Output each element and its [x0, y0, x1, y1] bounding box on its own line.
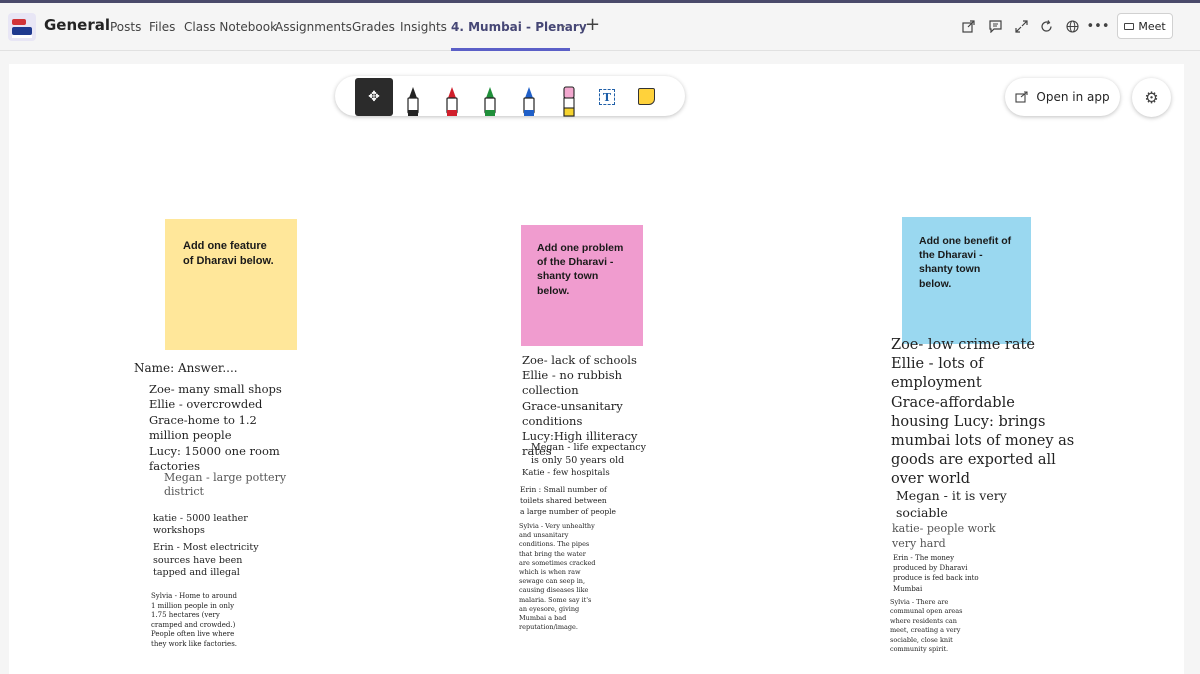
sticky-note-benefit[interactable]: Add one benefit of the Dharavi - shanty … [902, 217, 1031, 344]
answer-megan-feature: Megan - large pottery district [164, 471, 287, 498]
answer-zoe-ellie-grace-lucy-feature: Zoe- many small shops Ellie - overcrowde… [149, 382, 282, 474]
black-pen-icon[interactable] [405, 86, 421, 117]
answer-sylvia-feature: Sylvia - Home to around 1 million people… [151, 592, 238, 648]
answer-katie-problem: Katie - few hospitals [522, 468, 610, 478]
sticky-note-feature[interactable]: Add one feature of Dharavi below. [165, 219, 297, 350]
active-tab-indicator [451, 48, 570, 51]
answer-megan-benefit: Megan - it is very sociable [896, 488, 1007, 520]
reload-icon[interactable] [1037, 17, 1055, 35]
open-in-app-button[interactable]: Open in app [1005, 78, 1120, 116]
blue-pen-icon[interactable] [521, 86, 537, 117]
tab-insights[interactable]: Insights [400, 20, 447, 34]
popout-icon[interactable] [959, 17, 977, 35]
meet-label: Meet [1138, 19, 1166, 33]
red-pen-icon[interactable] [444, 86, 460, 117]
conversation-icon[interactable] [986, 17, 1004, 35]
answer-sylvia-benefit: Sylvia - There are communal open areas w… [890, 598, 963, 654]
meet-button[interactable]: Meet [1117, 13, 1173, 39]
tab-assignments[interactable]: Assignments [275, 20, 352, 34]
answer-sylvia-problem: Sylvia - Very unhealthy and unsanitary c… [519, 522, 596, 632]
open-in-app-label: Open in app [1036, 90, 1110, 104]
tab-posts[interactable]: Posts [110, 20, 141, 34]
team-logo[interactable] [8, 13, 36, 41]
channel-name: General [44, 16, 110, 34]
video-camera-icon [1124, 22, 1135, 30]
answer-megan-problem: Megan - life expectancy is only 50 years… [531, 442, 646, 466]
tab-files[interactable]: Files [149, 20, 175, 34]
name-answer-text: Name: Answer.... [134, 361, 238, 375]
open-external-icon [1015, 91, 1028, 103]
sticky-note-tool-icon[interactable] [638, 88, 655, 105]
answer-erin-feature: Erin - Most electricity sources have bee… [153, 542, 259, 578]
sticky-note-problem[interactable]: Add one problem of the Dharavi - shanty … [521, 225, 643, 346]
tab-class-notebook[interactable]: Class Notebook [184, 20, 277, 34]
answer-erin-benefit: Erin - The money produced by Dharavi pro… [893, 554, 979, 593]
globe-icon[interactable] [1063, 17, 1081, 35]
answer-zoe-ellie-grace-lucy-benefit: Zoe- low crime rate Ellie - lots of empl… [891, 337, 1075, 488]
answer-katie-benefit: katie- people work very hard [892, 522, 996, 550]
answer-katie-feature: katie - 5000 leather workshops [153, 513, 248, 536]
text-tool-icon[interactable]: T [599, 89, 615, 105]
more-options-icon[interactable]: ••• [1087, 17, 1110, 35]
add-tab-icon[interactable]: + [585, 14, 600, 35]
tab-grades[interactable]: Grades [352, 20, 395, 34]
answer-erin-problem: Erin : Small number of toilets shared be… [520, 485, 616, 516]
tab-chevron-down-icon[interactable]: ⌄ [559, 20, 567, 31]
settings-gear-icon[interactable]: ⚙ [1132, 78, 1171, 117]
green-pen-icon[interactable] [482, 86, 498, 117]
channel-header: General Posts Files Class Notebook Assig… [0, 3, 1200, 51]
pan-select-tool-icon[interactable]: ✥ [355, 78, 393, 116]
expand-icon[interactable] [1012, 17, 1030, 35]
highlighter-eraser-icon[interactable] [561, 86, 577, 117]
